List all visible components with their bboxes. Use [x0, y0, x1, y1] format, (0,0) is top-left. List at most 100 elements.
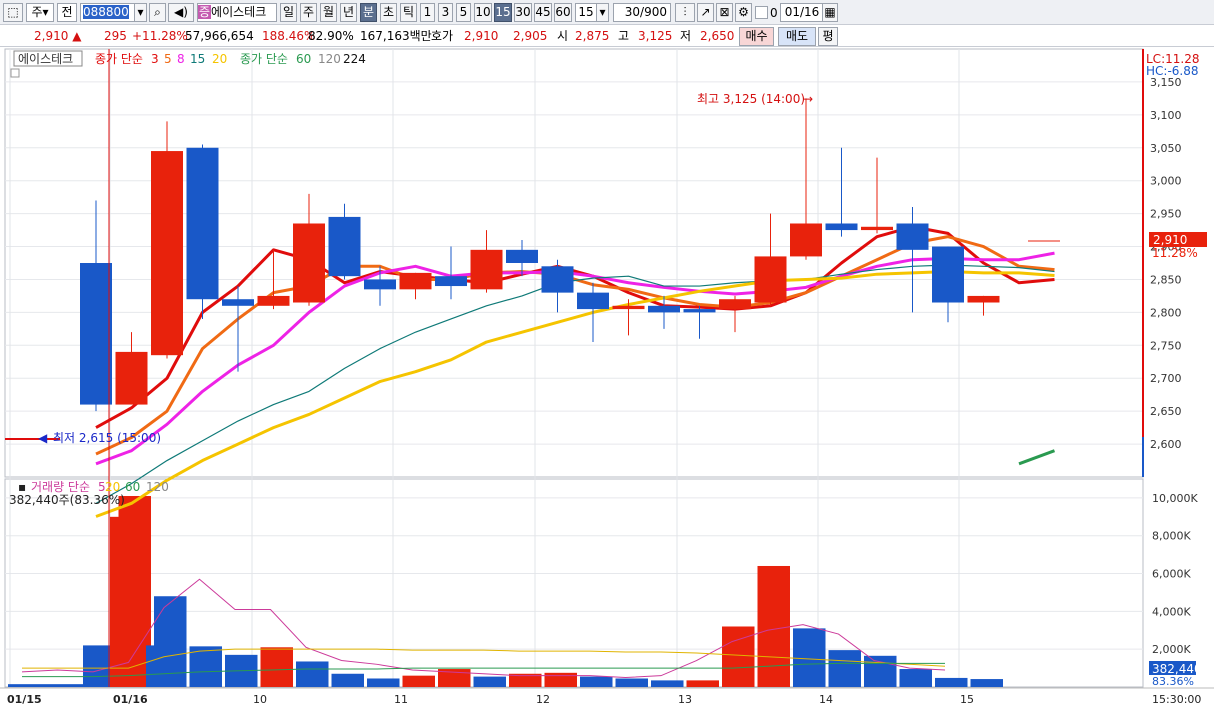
high-annotation: 최고 3,125 (14:00)	[697, 92, 805, 106]
last-price-pct: 11.28%	[1152, 246, 1198, 260]
tab-day[interactable]: 일	[280, 3, 297, 22]
code-value: 088800	[83, 5, 129, 19]
candle-body	[257, 295, 290, 306]
time-label: 15	[960, 693, 974, 706]
candle-body	[293, 223, 325, 303]
sound-icon[interactable]: ◀)	[168, 3, 194, 22]
layout-icon[interactable]: ⬚	[3, 3, 23, 22]
candle-body	[115, 351, 148, 405]
current-price: 2,910 ▲	[34, 28, 81, 44]
change-value: 295	[104, 29, 127, 43]
volume-bar	[899, 669, 932, 687]
volume-bar	[402, 675, 435, 687]
sell-button[interactable]: 매도	[778, 27, 816, 46]
candle-body	[435, 276, 467, 287]
volume-bar	[651, 680, 684, 687]
vol-legend-ma120: 120	[146, 480, 169, 494]
volume-tick-label: 10,000K	[1152, 492, 1198, 505]
tab-month[interactable]: 월	[320, 3, 337, 22]
buy-button[interactable]: 매수	[739, 27, 774, 46]
interval-60[interactable]: 60	[554, 3, 572, 22]
volume-bar	[970, 679, 1003, 687]
interval-3[interactable]: 3	[438, 3, 453, 22]
legend-toggle-icon[interactable]	[10, 68, 20, 78]
tab-year[interactable]: 년	[340, 3, 357, 22]
tab-minute[interactable]: 분	[360, 3, 377, 22]
candle-body	[861, 226, 893, 231]
calendar-icon[interactable]: ▦	[822, 3, 838, 22]
legend-ma2-label: 종가 단순	[240, 52, 288, 66]
turnover-rate: 82.90%	[308, 29, 354, 43]
candle-type-icon[interactable]: ⫶	[675, 3, 695, 22]
volume-bar	[189, 646, 222, 687]
toolbar: ⬚ 주▾ 전 088800 ▾ ⌕ ◀) 증에이스테크 일 주 월 년 분 초 …	[0, 0, 1214, 25]
market-select[interactable]: 주▾	[26, 3, 54, 22]
candle-body	[683, 309, 716, 313]
candle-body	[506, 249, 538, 263]
interval-45[interactable]: 45	[534, 3, 552, 22]
code-dropdown-icon[interactable]: ▾	[134, 3, 147, 22]
code-input[interactable]: 088800	[80, 3, 136, 22]
draw-line-icon[interactable]: ↗	[697, 3, 714, 22]
price-tick-label: 2,950	[1150, 208, 1182, 221]
ask-price-1: 2,910	[464, 29, 499, 43]
interval-30[interactable]: 30	[514, 3, 532, 22]
candle-body	[932, 246, 964, 303]
prev-select[interactable]: 전	[57, 3, 77, 22]
volume-bar	[296, 661, 329, 687]
price-tick-label: 2,650	[1150, 405, 1182, 418]
interval-select[interactable]: 15	[575, 3, 597, 22]
stock-badge-icon: 증	[198, 5, 212, 19]
checkbox-label: 0	[770, 6, 778, 20]
interval-5[interactable]: 5	[456, 3, 471, 22]
price-tick-label: 3,000	[1150, 175, 1182, 188]
tab-week[interactable]: 주	[300, 3, 317, 22]
volume-bar	[260, 647, 293, 687]
legend-ma8: 8	[177, 52, 185, 66]
high-label: 고	[618, 29, 630, 43]
candle-body	[328, 216, 361, 277]
volume-bar	[757, 565, 790, 687]
toggle-checkbox[interactable]	[755, 6, 768, 19]
legend-ma15: 15	[190, 52, 205, 66]
volume-bar	[331, 673, 364, 687]
low-label: 저	[680, 29, 692, 43]
tab-second[interactable]: 초	[380, 3, 397, 22]
interval-1[interactable]: 1	[420, 3, 435, 22]
high-value: 3,125	[638, 29, 673, 43]
time-label: 01/15	[7, 693, 42, 706]
price-tick-label: 3,100	[1150, 109, 1182, 122]
interval-dropdown-icon[interactable]: ▾	[596, 3, 609, 22]
tool-icon[interactable]: ⊠	[716, 3, 733, 22]
candle-body	[896, 223, 929, 250]
legend-ma5: 5	[164, 52, 172, 66]
interval-15[interactable]: 15	[494, 3, 512, 22]
volume-bar	[8, 684, 108, 687]
time-label: 15:30:00	[1152, 693, 1201, 706]
price-tick-label: 2,600	[1150, 438, 1182, 451]
tab-tick[interactable]: 틱	[400, 3, 417, 22]
stock-name: 에이스테크	[211, 5, 267, 19]
count-field[interactable]: 30/900	[613, 3, 671, 22]
candle-body	[754, 256, 787, 303]
volume-tick-label: 2,000K	[1152, 643, 1191, 656]
legend-ma3: 3	[151, 52, 159, 66]
search-icon[interactable]: ⌕	[149, 3, 166, 22]
last-vol-value: 382,440	[1152, 662, 1202, 676]
time-label: 13	[678, 693, 692, 706]
price-tick-label: 2,750	[1150, 339, 1182, 352]
settings-gear-icon[interactable]: ⚙	[735, 3, 752, 22]
legend-ma60: 60	[296, 52, 311, 66]
up-arrow-icon: ▲	[72, 29, 82, 43]
date-field[interactable]: 01/16	[780, 3, 824, 22]
volume-tick-label: 4,000K	[1152, 605, 1191, 618]
stock-name-field[interactable]: 증에이스테크	[197, 3, 277, 22]
price-chart[interactable]: 2,6002,6502,7002,7502,8002,8502,9002,950…	[0, 47, 1214, 710]
vol-legend-value: 382,440주(83.36%)	[9, 493, 125, 507]
candle-body	[222, 299, 254, 306]
volume-bar	[864, 655, 897, 687]
price-value: 2,910	[34, 29, 69, 43]
eval-button[interactable]: 평	[818, 27, 838, 46]
quote-bar: 2,910 ▲ 295 +11.28% 57,966,654 188.46% 8…	[0, 25, 1214, 47]
interval-10[interactable]: 10	[474, 3, 492, 22]
